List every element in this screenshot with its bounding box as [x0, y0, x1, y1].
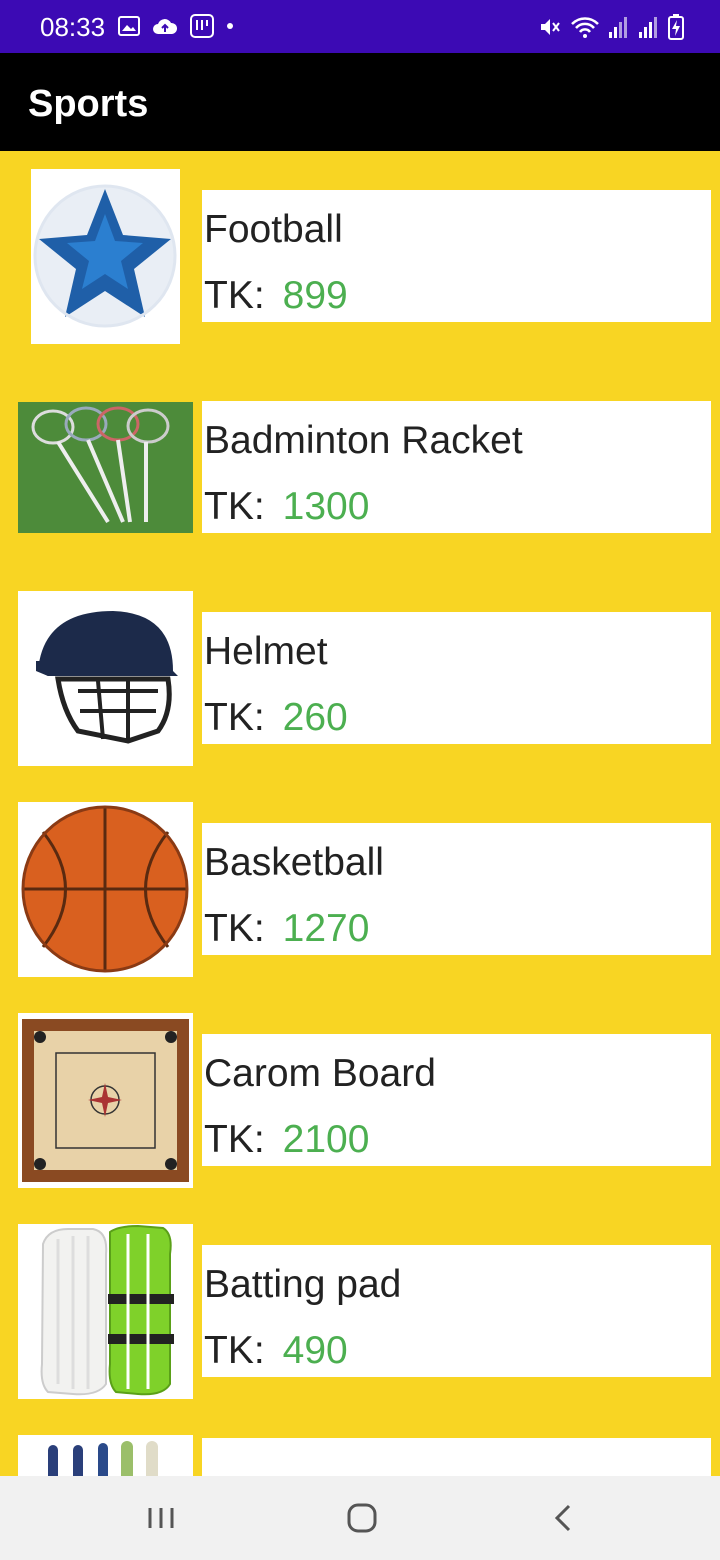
product-name: Batting pad	[204, 1263, 402, 1306]
product-info[interactable]: Batting pad TK: 490	[202, 1245, 711, 1377]
price-value: 2100	[282, 1118, 370, 1161]
product-info[interactable]: Badminton Racket TK: 1300	[202, 401, 711, 533]
product-price-row: TK: 490	[204, 1329, 348, 1373]
voicemail-icon	[190, 14, 214, 38]
status-time: 08:33	[40, 12, 106, 42]
list-item[interactable]: Badminton Racket TK: 1300	[0, 362, 720, 573]
back-icon[interactable]	[544, 1498, 584, 1538]
product-price-row: TK: 1270	[204, 907, 369, 951]
wifi-icon	[571, 17, 599, 38]
price-label: TK:	[204, 485, 265, 528]
price-label: TK:	[204, 907, 265, 950]
list-item[interactable]	[0, 1417, 720, 1476]
dot-icon	[227, 23, 233, 29]
list-item[interactable]: Football TK: 899	[0, 151, 720, 362]
product-name: Badminton Racket	[204, 419, 523, 462]
navigation-bar	[0, 1476, 720, 1560]
battery-charging-icon	[668, 14, 684, 40]
product-info[interactable]: Helmet TK: 260	[202, 612, 711, 744]
mute-icon	[541, 19, 560, 35]
cloud-upload-icon	[153, 19, 178, 34]
gallery-icon	[118, 16, 140, 36]
recent-apps-icon[interactable]	[141, 1498, 181, 1538]
price-value: 260	[282, 696, 348, 739]
product-price-row: TK: 260	[204, 696, 348, 740]
price-value: 1270	[282, 907, 370, 950]
product-price-row: TK: 899	[204, 274, 348, 318]
product-price-row: TK: 2100	[204, 1118, 369, 1162]
status-notification-icons	[118, 14, 234, 38]
signal-icon	[639, 17, 657, 38]
app-bar: Sports	[0, 53, 720, 151]
signal-icon	[609, 17, 627, 38]
product-name: Basketball	[204, 841, 384, 884]
home-icon[interactable]	[342, 1498, 382, 1538]
badminton-racket-image	[18, 402, 193, 533]
helmet-image	[18, 591, 193, 766]
product-name: Football	[204, 208, 343, 251]
batting-pad-image	[18, 1224, 193, 1399]
page-title: Sports	[28, 83, 149, 125]
status-bar: 08:33	[0, 0, 720, 53]
price-value: 1300	[282, 485, 370, 528]
product-name: Carom Board	[204, 1052, 436, 1095]
price-label: TK:	[204, 1329, 265, 1372]
carom-board-image	[18, 1013, 193, 1188]
football-image	[31, 169, 180, 344]
status-system-icons	[538, 14, 684, 40]
product-name: Helmet	[204, 630, 328, 673]
price-label: TK:	[204, 274, 265, 317]
price-value: 899	[282, 274, 348, 317]
list-item[interactable]: Batting pad TK: 490	[0, 1206, 720, 1417]
bat-grips-image	[18, 1435, 193, 1476]
product-info[interactable]: Carom Board TK: 2100	[202, 1034, 711, 1166]
product-info[interactable]: Football TK: 899	[202, 190, 711, 322]
price-label: TK:	[204, 696, 265, 739]
product-list[interactable]: Football TK: 899 Badminton Racket TK: 1300…	[0, 151, 720, 1476]
list-item[interactable]: Basketball TK: 1270	[0, 784, 720, 995]
basketball-image	[18, 802, 193, 977]
price-label: TK:	[204, 1118, 265, 1161]
list-item[interactable]: Helmet TK: 260	[0, 573, 720, 784]
product-price-row: TK: 1300	[204, 485, 369, 529]
list-item[interactable]: Carom Board TK: 2100	[0, 995, 720, 1206]
price-value: 490	[282, 1329, 348, 1372]
product-info[interactable]: Basketball TK: 1270	[202, 823, 711, 955]
product-info[interactable]	[202, 1438, 711, 1476]
